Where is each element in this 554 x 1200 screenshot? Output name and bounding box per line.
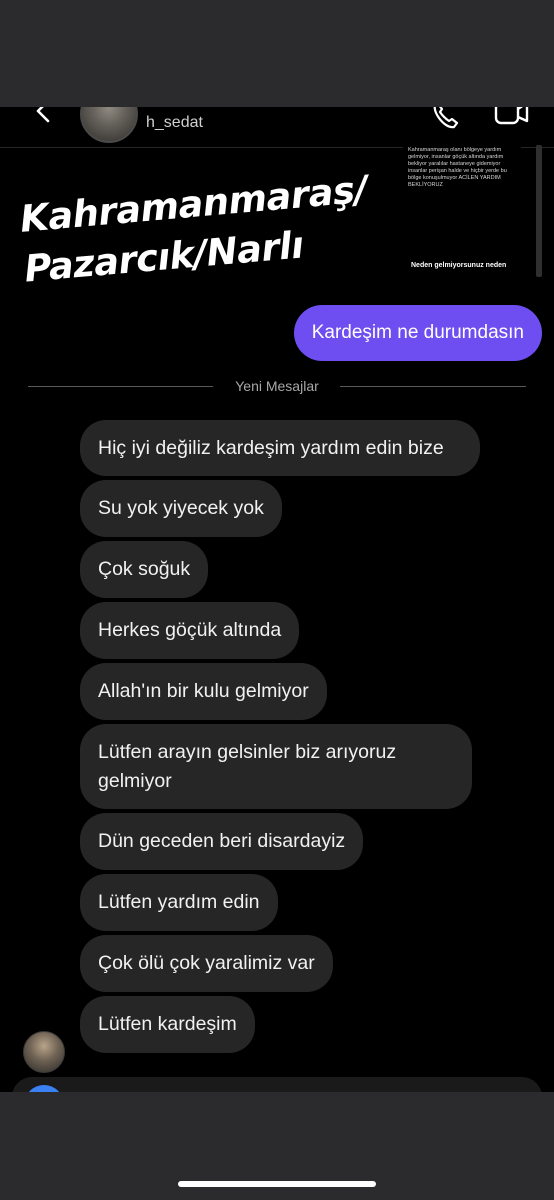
received-message[interactable]: Dün geceden beri disardayiz <box>80 813 364 870</box>
received-message[interactable]: Lütfen yardım edin <box>80 874 278 931</box>
header-username[interactable]: h_sedat <box>146 114 203 132</box>
story-text: Kahramanmaraş olanı bölgeye yardım gelmi… <box>408 147 507 188</box>
phone-call-icon[interactable] <box>430 107 460 131</box>
home-indicator[interactable] <box>178 1181 376 1187</box>
received-message-list: Hiç iyi değiliz kardeşim yardım edin biz… <box>80 420 500 1057</box>
story-edge <box>536 145 542 277</box>
story-caption: Neden gelmiyorsunuz neden <box>411 262 507 269</box>
received-message[interactable]: Lütfen arayın gelsinler biz arıyoruz gel… <box>80 724 472 809</box>
received-message[interactable]: Allah'ın bir kulu gelmiyor <box>80 663 327 720</box>
header-avatar[interactable] <box>80 107 138 143</box>
divider-label: Yeni Mesajlar <box>221 378 333 394</box>
sender-avatar[interactable] <box>23 1031 65 1073</box>
video-call-icon[interactable] <box>494 107 530 127</box>
received-message[interactable]: Çok ölü çok yaralimiz var <box>80 935 333 992</box>
location-overlay-text: Kahramanmaraş/ Pazarcık/Narlı <box>18 165 374 295</box>
sent-message-bubble[interactable]: Kardeşim ne durumdasın <box>293 305 542 361</box>
received-message[interactable]: Çok soğuk <box>80 541 209 598</box>
received-message[interactable]: Lütfen kardeşim <box>80 996 255 1053</box>
chat-screen: h_sedat Kahramanmaraş olanı bölgeye yard… <box>0 107 554 1092</box>
message-compose-bar[interactable] <box>12 1077 542 1092</box>
chat-header: h_sedat <box>0 107 554 148</box>
received-message[interactable]: Su yok yiyecek yok <box>80 480 282 537</box>
new-messages-divider: Yeni Mesajlar <box>28 377 526 395</box>
top-blank-band <box>0 0 554 107</box>
story-reply-card[interactable]: Kahramanmaraş olanı bölgeye yardım gelmi… <box>403 145 521 269</box>
received-message[interactable]: Hiç iyi değiliz kardeşim yardım edin biz… <box>80 420 480 476</box>
received-message[interactable]: Herkes göçük altında <box>80 602 300 659</box>
back-arrow-icon[interactable] <box>32 107 56 123</box>
